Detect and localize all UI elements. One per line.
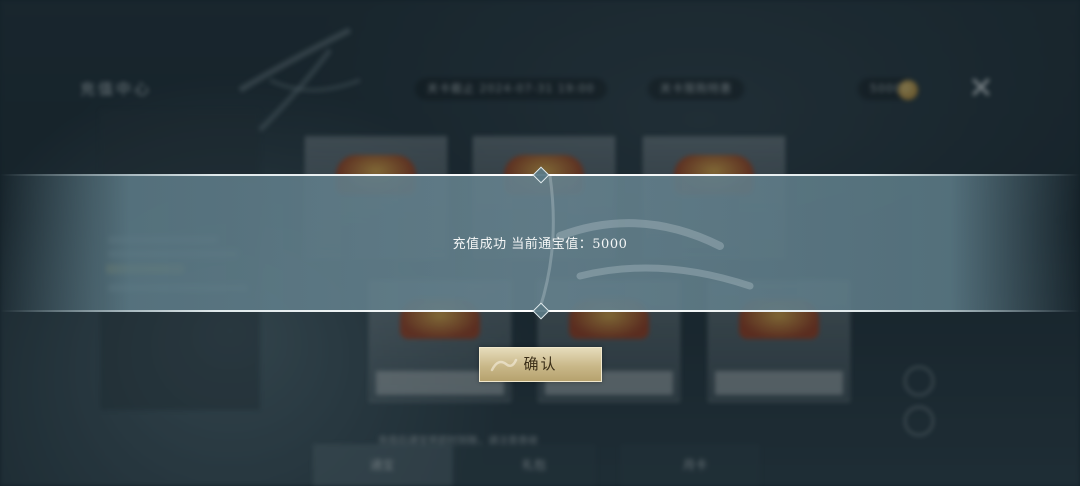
- confirm-button[interactable]: 确认: [479, 347, 602, 382]
- recharge-success-message: 充值成功 当前通宝值：5000: [452, 237, 628, 252]
- confirm-label: 确认: [523, 355, 558, 373]
